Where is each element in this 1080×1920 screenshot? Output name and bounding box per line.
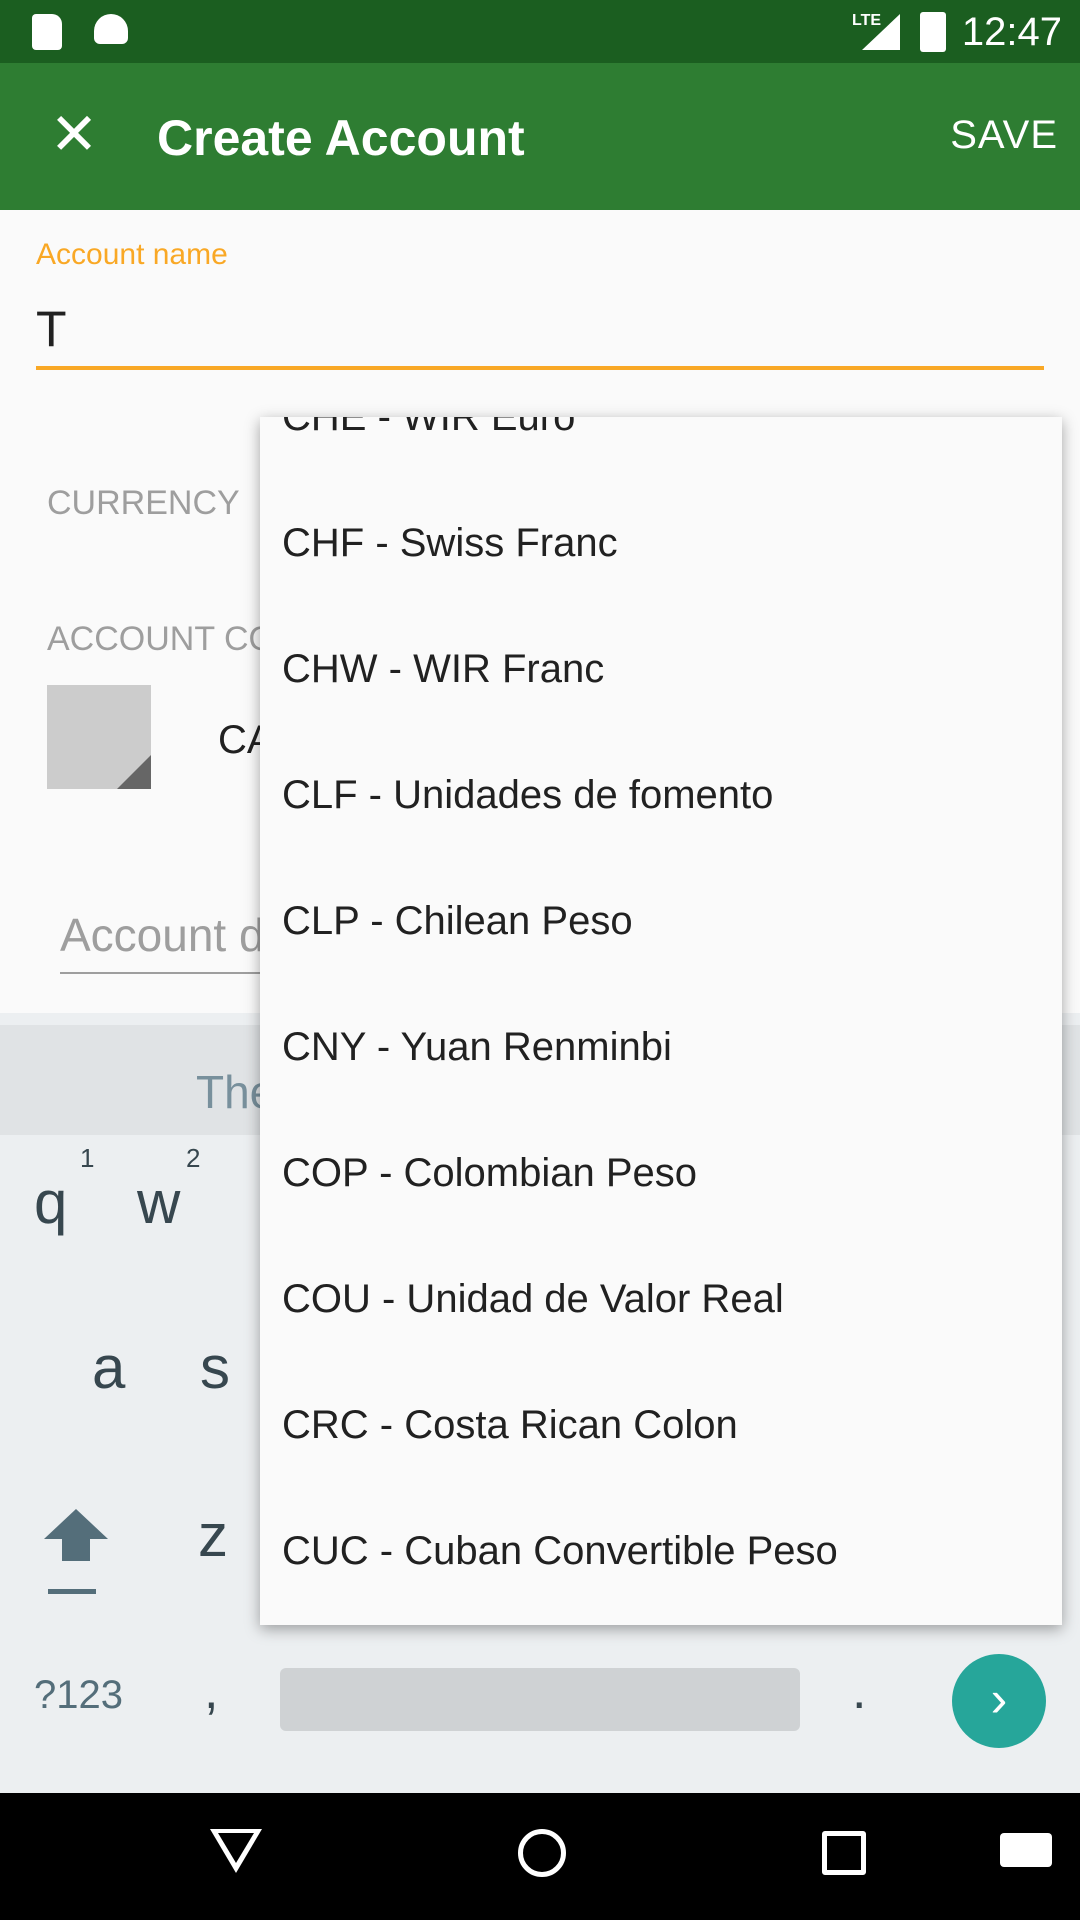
shift-icon[interactable] (44, 1509, 108, 1539)
shift-icon-stem (62, 1539, 90, 1561)
account-name-label: Account name (36, 238, 228, 271)
account-color-label: ACCOUNT CO (47, 620, 267, 658)
android-icon (94, 14, 128, 44)
account-description-input[interactable]: Account d (60, 908, 260, 962)
sd-card-icon (32, 14, 62, 50)
dropdown-item[interactable]: CHF - Swiss Franc (282, 480, 618, 606)
dropdown-item[interactable]: CHW - WIR Franc (282, 606, 604, 732)
key-a[interactable]: a (92, 1333, 125, 1402)
account-name-underline (36, 366, 1044, 370)
comma-key[interactable]: , (204, 1661, 218, 1721)
dropdown-item[interactable]: COU - Unidad de Valor Real (282, 1236, 784, 1362)
next-button[interactable]: › (952, 1654, 1046, 1748)
account-description-underline (60, 972, 270, 974)
dropdown-item[interactable]: CLP - Chilean Peso (282, 858, 633, 984)
recents-icon[interactable] (822, 1831, 866, 1875)
signal-icon (862, 14, 900, 50)
key-s[interactable]: s (200, 1333, 230, 1402)
dropdown-item[interactable]: CHE - WIR Euro (282, 417, 575, 480)
symbols-key[interactable]: ?123 (34, 1673, 123, 1718)
app-bar: ✕ Create Account SAVE (0, 63, 1080, 210)
account-name-input[interactable]: T (36, 300, 67, 358)
status-bar: LTE 12:47 (0, 0, 1080, 63)
space-bar[interactable] (280, 1668, 800, 1731)
page-title: Create Account (157, 110, 525, 166)
key-hint: 1 (80, 1143, 95, 1173)
dropdown-item[interactable]: COP - Colombian Peso (282, 1110, 697, 1236)
back-icon-inner (218, 1833, 254, 1863)
currency-label: CURRENCY (47, 484, 240, 522)
period-key[interactable]: . (852, 1661, 866, 1721)
close-icon[interactable]: ✕ (44, 105, 104, 165)
key-q[interactable]: q (34, 1168, 67, 1237)
dropdown-item[interactable]: CNY - Yuan Renminbi (282, 984, 672, 1110)
dropdown-item[interactable]: CUC - Cuban Convertible Peso (282, 1488, 838, 1614)
shift-icon-bar (48, 1589, 96, 1594)
key-hint: 2 (186, 1143, 201, 1173)
status-time: 12:47 (961, 10, 1062, 54)
save-button[interactable]: SAVE (950, 113, 1058, 158)
keyboard-switch-icon[interactable] (1000, 1833, 1052, 1867)
battery-charging-icon (920, 12, 946, 52)
home-icon[interactable] (518, 1829, 566, 1877)
dropdown-item[interactable]: CRC - Costa Rican Colon (282, 1362, 738, 1488)
key-z[interactable]: z (198, 1501, 228, 1570)
dropdown-item[interactable]: CLF - Unidades de fomento (282, 732, 773, 858)
swatch-corner-icon (117, 755, 151, 789)
key-w[interactable]: w (137, 1168, 180, 1237)
currency-dropdown[interactable]: CHE - WIR Euro CHF - Swiss Franc CHW - W… (260, 417, 1062, 1625)
navigation-bar (0, 1793, 1080, 1920)
